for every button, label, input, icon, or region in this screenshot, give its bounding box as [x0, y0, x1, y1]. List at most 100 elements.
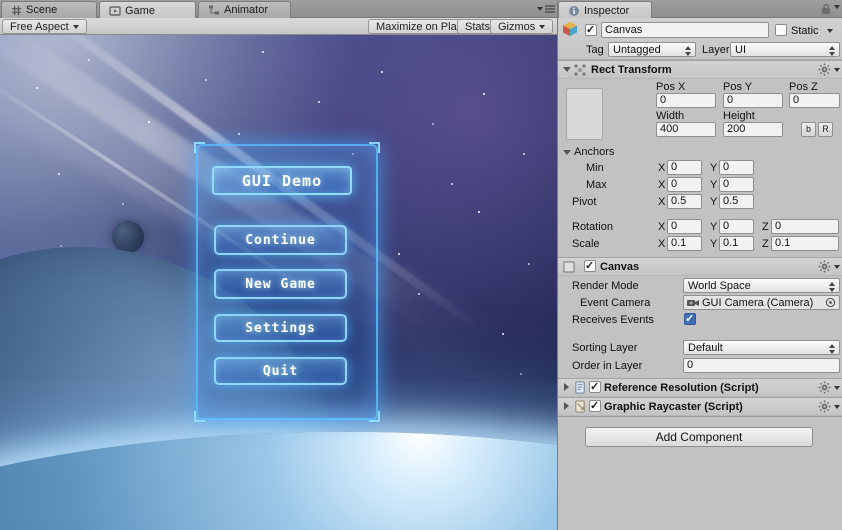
rotation-z-field[interactable]: 0 — [771, 219, 839, 234]
foldout-right-icon[interactable] — [564, 402, 569, 410]
left-tabbar: Scene Game Animator — [0, 0, 557, 19]
canvas-icon — [562, 260, 576, 274]
chevron-down-icon — [72, 24, 79, 29]
aspect-dropdown[interactable]: Free Aspect — [2, 19, 87, 34]
gear-icon[interactable] — [818, 381, 831, 394]
script-icon — [574, 400, 587, 413]
raw-edit-mode-button[interactable]: R — [818, 122, 833, 137]
chevron-down-icon — [537, 7, 543, 11]
object-picker-icon[interactable] — [825, 297, 836, 308]
game-button-new-game[interactable]: New Game — [214, 269, 347, 299]
gear-icon[interactable] — [818, 400, 831, 413]
rotation-y-field[interactable]: 0 — [719, 219, 754, 234]
hamburger-icon — [545, 5, 555, 13]
inspector-header: Canvas Static Tag Untagged Layer UI — [558, 18, 842, 60]
x-axis-label: X — [658, 179, 666, 191]
component-menu-icon[interactable] — [834, 386, 840, 390]
render-mode-label: Render Mode — [572, 280, 639, 292]
object-name-field[interactable]: Canvas — [601, 22, 769, 38]
scale-y-field[interactable]: 0.1 — [719, 236, 754, 251]
tab-game[interactable]: Game — [99, 1, 196, 19]
z-axis-label: Z — [762, 238, 769, 250]
y-axis-label: Y — [710, 238, 718, 250]
foldout-right-icon[interactable] — [564, 383, 569, 391]
gear-icon[interactable] — [818, 63, 831, 76]
sorting-layer-dropdown[interactable]: Default — [683, 340, 840, 355]
z-axis-label: Z — [762, 221, 769, 233]
add-component-button[interactable]: Add Component — [585, 427, 813, 447]
reference-resolution-title: Reference Resolution (Script) — [604, 382, 759, 394]
tab-animator[interactable]: Animator — [198, 1, 291, 18]
max-x-field[interactable]: 0 — [667, 177, 702, 192]
static-dropdown-icon[interactable] — [827, 29, 833, 33]
y-axis-label: Y — [710, 221, 718, 233]
anchors-foldout-icon[interactable] — [563, 150, 571, 155]
tag-dropdown[interactable]: Untagged — [608, 42, 696, 57]
layer-dropdown[interactable]: UI — [730, 42, 840, 57]
min-x-field[interactable]: 0 — [667, 160, 702, 175]
unity-editor-window: Scene Game Animator Free Aspect Maximize… — [0, 0, 842, 530]
game-button-settings[interactable]: Settings — [214, 314, 347, 342]
pos-x-field[interactable]: 0 — [656, 93, 716, 108]
min-label: Min — [586, 162, 604, 174]
component-menu-icon[interactable] — [834, 68, 840, 72]
tab-scene[interactable]: Scene — [1, 1, 97, 18]
maximize-on-play-button[interactable]: Maximize on Play — [368, 19, 471, 34]
gizmos-button[interactable]: Gizmos — [490, 19, 554, 34]
rotation-x-field[interactable]: 0 — [667, 219, 702, 234]
component-enabled-checkbox[interactable] — [584, 259, 596, 272]
game-button-quit[interactable]: Quit — [214, 357, 347, 385]
game-menu-panel: GUI Demo Continue New Game Settings Quit — [194, 142, 380, 422]
event-camera-field[interactable]: GUI Camera (Camera) — [683, 295, 840, 310]
anchor-preset-button[interactable] — [566, 88, 603, 140]
min-y-field[interactable]: 0 — [719, 160, 754, 175]
max-y-field[interactable]: 0 — [719, 177, 754, 192]
tab-label: Game — [125, 4, 155, 17]
divider — [558, 416, 842, 417]
pos-z-field[interactable]: 0 — [789, 93, 840, 108]
receives-events-checkbox[interactable] — [684, 312, 696, 325]
x-axis-label: X — [658, 221, 666, 233]
component-menu-icon[interactable] — [834, 405, 840, 409]
pos-y-field[interactable]: 0 — [723, 93, 783, 108]
game-viewport: GUI Demo Continue New Game Settings Quit — [0, 35, 557, 530]
chevron-down-icon — [539, 24, 546, 29]
component-menu-icon[interactable] — [834, 265, 840, 269]
order-in-layer-field[interactable]: 0 — [683, 358, 840, 373]
chevron-down-icon — [834, 5, 840, 9]
blueprint-mode-button[interactable]: b — [801, 122, 816, 137]
game-menu-title: GUI Demo — [212, 166, 352, 195]
pivot-label: Pivot — [572, 196, 597, 208]
pivot-y-field[interactable]: 0.5 — [719, 194, 754, 209]
layer-label: Layer — [702, 44, 730, 56]
static-checkbox[interactable] — [775, 24, 787, 36]
pivot-x-field[interactable]: 0.5 — [667, 194, 702, 209]
rect-transform-title: Rect Transform — [591, 64, 672, 76]
render-mode-dropdown[interactable]: World Space — [683, 278, 840, 293]
object-active-checkbox[interactable] — [585, 23, 597, 36]
foldout-down-icon[interactable] — [563, 67, 571, 72]
panel-corner-decoration — [194, 411, 205, 422]
game-icon — [109, 5, 121, 17]
pane-menu-icon[interactable] — [537, 5, 555, 13]
component-enabled-checkbox[interactable] — [589, 399, 601, 412]
height-field[interactable]: 200 — [723, 122, 783, 137]
gear-icon[interactable] — [818, 260, 831, 273]
pane-menu-icon[interactable] — [834, 5, 840, 9]
lock-icon[interactable] — [821, 3, 831, 15]
tab-inspector[interactable]: Inspector — [558, 1, 652, 19]
x-axis-label: X — [658, 162, 666, 174]
component-enabled-checkbox[interactable] — [589, 380, 601, 393]
order-in-layer-label: Order in Layer — [572, 360, 643, 372]
panel-corner-decoration — [369, 411, 380, 422]
max-label: Max — [586, 179, 607, 191]
inspector-icon — [568, 5, 580, 17]
scale-x-field[interactable]: 0.1 — [667, 236, 702, 251]
scale-z-field[interactable]: 0.1 — [771, 236, 839, 251]
stats-label: Stats — [465, 20, 491, 33]
game-button-continue[interactable]: Continue — [214, 225, 347, 255]
width-field[interactable]: 400 — [656, 122, 716, 137]
animator-icon — [208, 4, 220, 16]
x-axis-label: X — [658, 196, 666, 208]
y-axis-label: Y — [710, 162, 718, 174]
